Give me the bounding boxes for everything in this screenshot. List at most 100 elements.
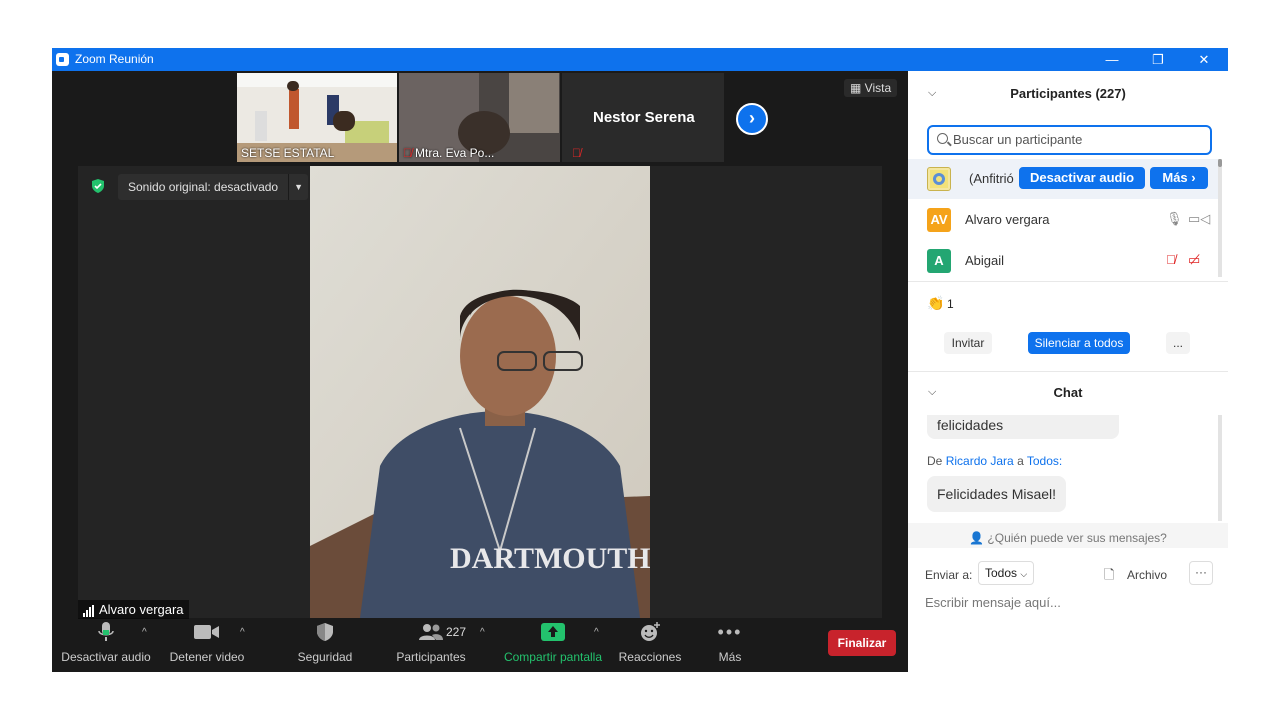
signal-strength-icon — [83, 602, 95, 617]
participant-avatar: AV — [927, 208, 951, 232]
scrollbar-thumb[interactable] — [1218, 159, 1222, 167]
from-prefix: De — [927, 454, 943, 468]
host-name: (Anfitrió — [969, 171, 1014, 186]
close-button[interactable]: ✕ — [1181, 48, 1227, 71]
microphone-icon — [98, 622, 114, 641]
chat-message-bubble: Felicidades Misael! — [927, 476, 1067, 512]
share-options-caret[interactable]: ^ — [594, 627, 599, 638]
participant-name: Abigail — [965, 253, 1005, 268]
view-button[interactable]: ▦ Vista — [844, 79, 898, 97]
chat-scrollbar[interactable] — [1218, 415, 1222, 521]
mute-all-button[interactable]: Silenciar a todos — [1028, 332, 1130, 354]
participant-avatar: A — [927, 249, 951, 273]
file-button[interactable]: Archivo — [1127, 568, 1167, 582]
nestor-name: Nestor Serena — [593, 109, 695, 126]
chevron-down-icon[interactable]: ▼ — [288, 174, 308, 200]
participants-more-button[interactable]: ... — [1166, 332, 1190, 354]
security-label: Seguridad — [297, 650, 353, 664]
thumbnail-name: 🎙̸ Mtra. Eva Po... — [403, 146, 494, 160]
chat-recipient-link[interactable]: Todos: — [1027, 454, 1062, 468]
chat-message-bubble: felicidades — [927, 415, 1119, 439]
clapping-hands-icon: 👏 — [927, 295, 945, 311]
mute-label: Desactivar audio — [61, 650, 151, 664]
participant-row-host[interactable]: (Anfitrió Desactivar audio Más › — [908, 159, 1218, 199]
security-button[interactable]: Seguridad — [290, 619, 360, 672]
send-to-label: Enviar a: — [925, 568, 973, 582]
zoom-logo-icon — [56, 53, 69, 66]
person-lock-icon: 👤 — [969, 531, 988, 545]
chevron-right-icon: › — [1191, 170, 1196, 185]
to-word: a — [1017, 454, 1024, 468]
side-panel: ⌵ Participantes (227) Buscar un particip… — [908, 71, 1228, 672]
participant-row[interactable]: A Abigail 🎙̸ ▭̸ — [908, 241, 1218, 281]
grid-icon: ▦ — [850, 81, 865, 95]
mute-button[interactable]: Desactivar audio — [60, 619, 152, 672]
speaker-stage: Sonido original: desactivado ▼ DARTMOUTH — [78, 166, 882, 618]
next-page-button[interactable]: › — [736, 103, 768, 135]
host-more-label: Más — [1162, 170, 1188, 185]
participants-count: 227 — [446, 625, 467, 639]
thumbnail-name-text: Mtra. Eva Po... — [415, 146, 495, 160]
video-off-icon[interactable]: ▭̸ — [1188, 252, 1200, 268]
muted-mic-icon: 🎙̸ — [403, 146, 412, 160]
file-icon[interactable]: 🗋 — [1104, 566, 1114, 588]
participants-scrollbar[interactable] — [1218, 159, 1222, 277]
shirt-print: DARTMOUTH — [450, 542, 650, 575]
participant-row[interactable]: AV Alvaro vergara 🎙 ▭◁ — [908, 200, 1218, 240]
original-sound-label: Sonido original: desactivado — [128, 180, 279, 194]
host-mute-button[interactable]: Desactivar audio — [1019, 167, 1145, 189]
window-title: Zoom Reunión — [75, 52, 154, 66]
divider — [908, 371, 1228, 372]
reactions-label: Reacciones — [618, 650, 682, 664]
meeting-toolbar: Desactivar audio ^ Detener video ^ Segur… — [52, 619, 908, 672]
stop-video-label: Detener video — [169, 650, 245, 664]
participants-options-caret[interactable]: ^ — [480, 627, 485, 638]
reactions-button[interactable]: Reacciones — [616, 619, 684, 672]
share-screen-button[interactable]: Compartir pantalla — [500, 619, 606, 672]
reactions-smiley-icon — [641, 622, 660, 641]
chat-message-input[interactable]: Escribir mensaje aquí... — [925, 595, 1215, 619]
chat-more-button[interactable]: ··· — [1189, 561, 1213, 585]
muted-mic-icon[interactable]: 🎙̸ — [1166, 252, 1176, 267]
minimize-button[interactable]: — — [1089, 48, 1135, 71]
search-icon — [937, 133, 948, 144]
chat-title: Chat — [1053, 385, 1083, 400]
maximize-button[interactable]: ❐ — [1135, 48, 1181, 71]
reaction-count: 1 — [947, 297, 954, 311]
divider — [908, 281, 1228, 282]
meeting-area: SETSE ESTATAL 🎙̸ Mtra. Eva Po... 🎙̸ Nesto… — [52, 71, 908, 672]
host-avatar — [927, 167, 951, 191]
speaker-video-image: DARTMOUTH — [310, 166, 650, 618]
more-label: Más — [718, 650, 742, 664]
chat-message-header: De Ricardo Jara a Todos: — [927, 454, 1062, 468]
thumbnail-name: SETSE ESTATAL — [241, 146, 335, 160]
original-sound-dropdown[interactable]: Sonido original: desactivado ▼ — [118, 174, 309, 200]
end-meeting-button[interactable]: Finalizar — [828, 630, 896, 656]
title-bar: Zoom Reunión — ❐ ✕ — [52, 48, 1228, 71]
more-button[interactable]: ••• Más — [702, 619, 758, 672]
more-dots-icon: ••• — [717, 621, 743, 642]
chat-privacy-notice[interactable]: 👤 ¿Quién puede ver sus mensajes? — [908, 523, 1228, 548]
microphone-icon[interactable]: 🎙 — [1166, 211, 1183, 227]
stop-video-button[interactable]: Detener video — [164, 619, 250, 672]
video-camera-icon — [194, 625, 219, 639]
active-speaker-video: DARTMOUTH — [310, 166, 650, 618]
thumbnail-mtra-eva[interactable]: 🎙̸ Mtra. Eva Po... — [399, 73, 560, 162]
view-label: Vista — [864, 81, 892, 95]
share-screen-icon — [541, 623, 565, 641]
chat-sender-link[interactable]: Ricardo Jara — [946, 454, 1014, 468]
invite-button[interactable]: Invitar — [944, 332, 992, 354]
send-to-value: Todos — [985, 566, 1018, 580]
participants-icon — [419, 624, 443, 640]
participant-search-input[interactable]: Buscar un participante — [927, 125, 1212, 155]
send-to-dropdown[interactable]: Todos ⌵ — [978, 561, 1035, 585]
participants-label: Participantes — [396, 650, 466, 664]
zoom-window: Zoom Reunión — ❐ ✕ SETSE ESTATAL 🎙̸ Mtra… — [52, 48, 1228, 672]
audio-options-caret[interactable]: ^ — [142, 627, 147, 638]
video-options-caret[interactable]: ^ — [240, 627, 245, 638]
host-more-button[interactable]: Más › — [1150, 167, 1208, 189]
thumbnail-nestor-serena[interactable]: 🎙̸ Nestor Serena — [562, 73, 724, 162]
thumbnail-setse-estatal[interactable]: SETSE ESTATAL — [237, 73, 397, 162]
host-logo-image — [930, 170, 948, 188]
video-camera-icon[interactable]: ▭◁ — [1188, 211, 1210, 227]
